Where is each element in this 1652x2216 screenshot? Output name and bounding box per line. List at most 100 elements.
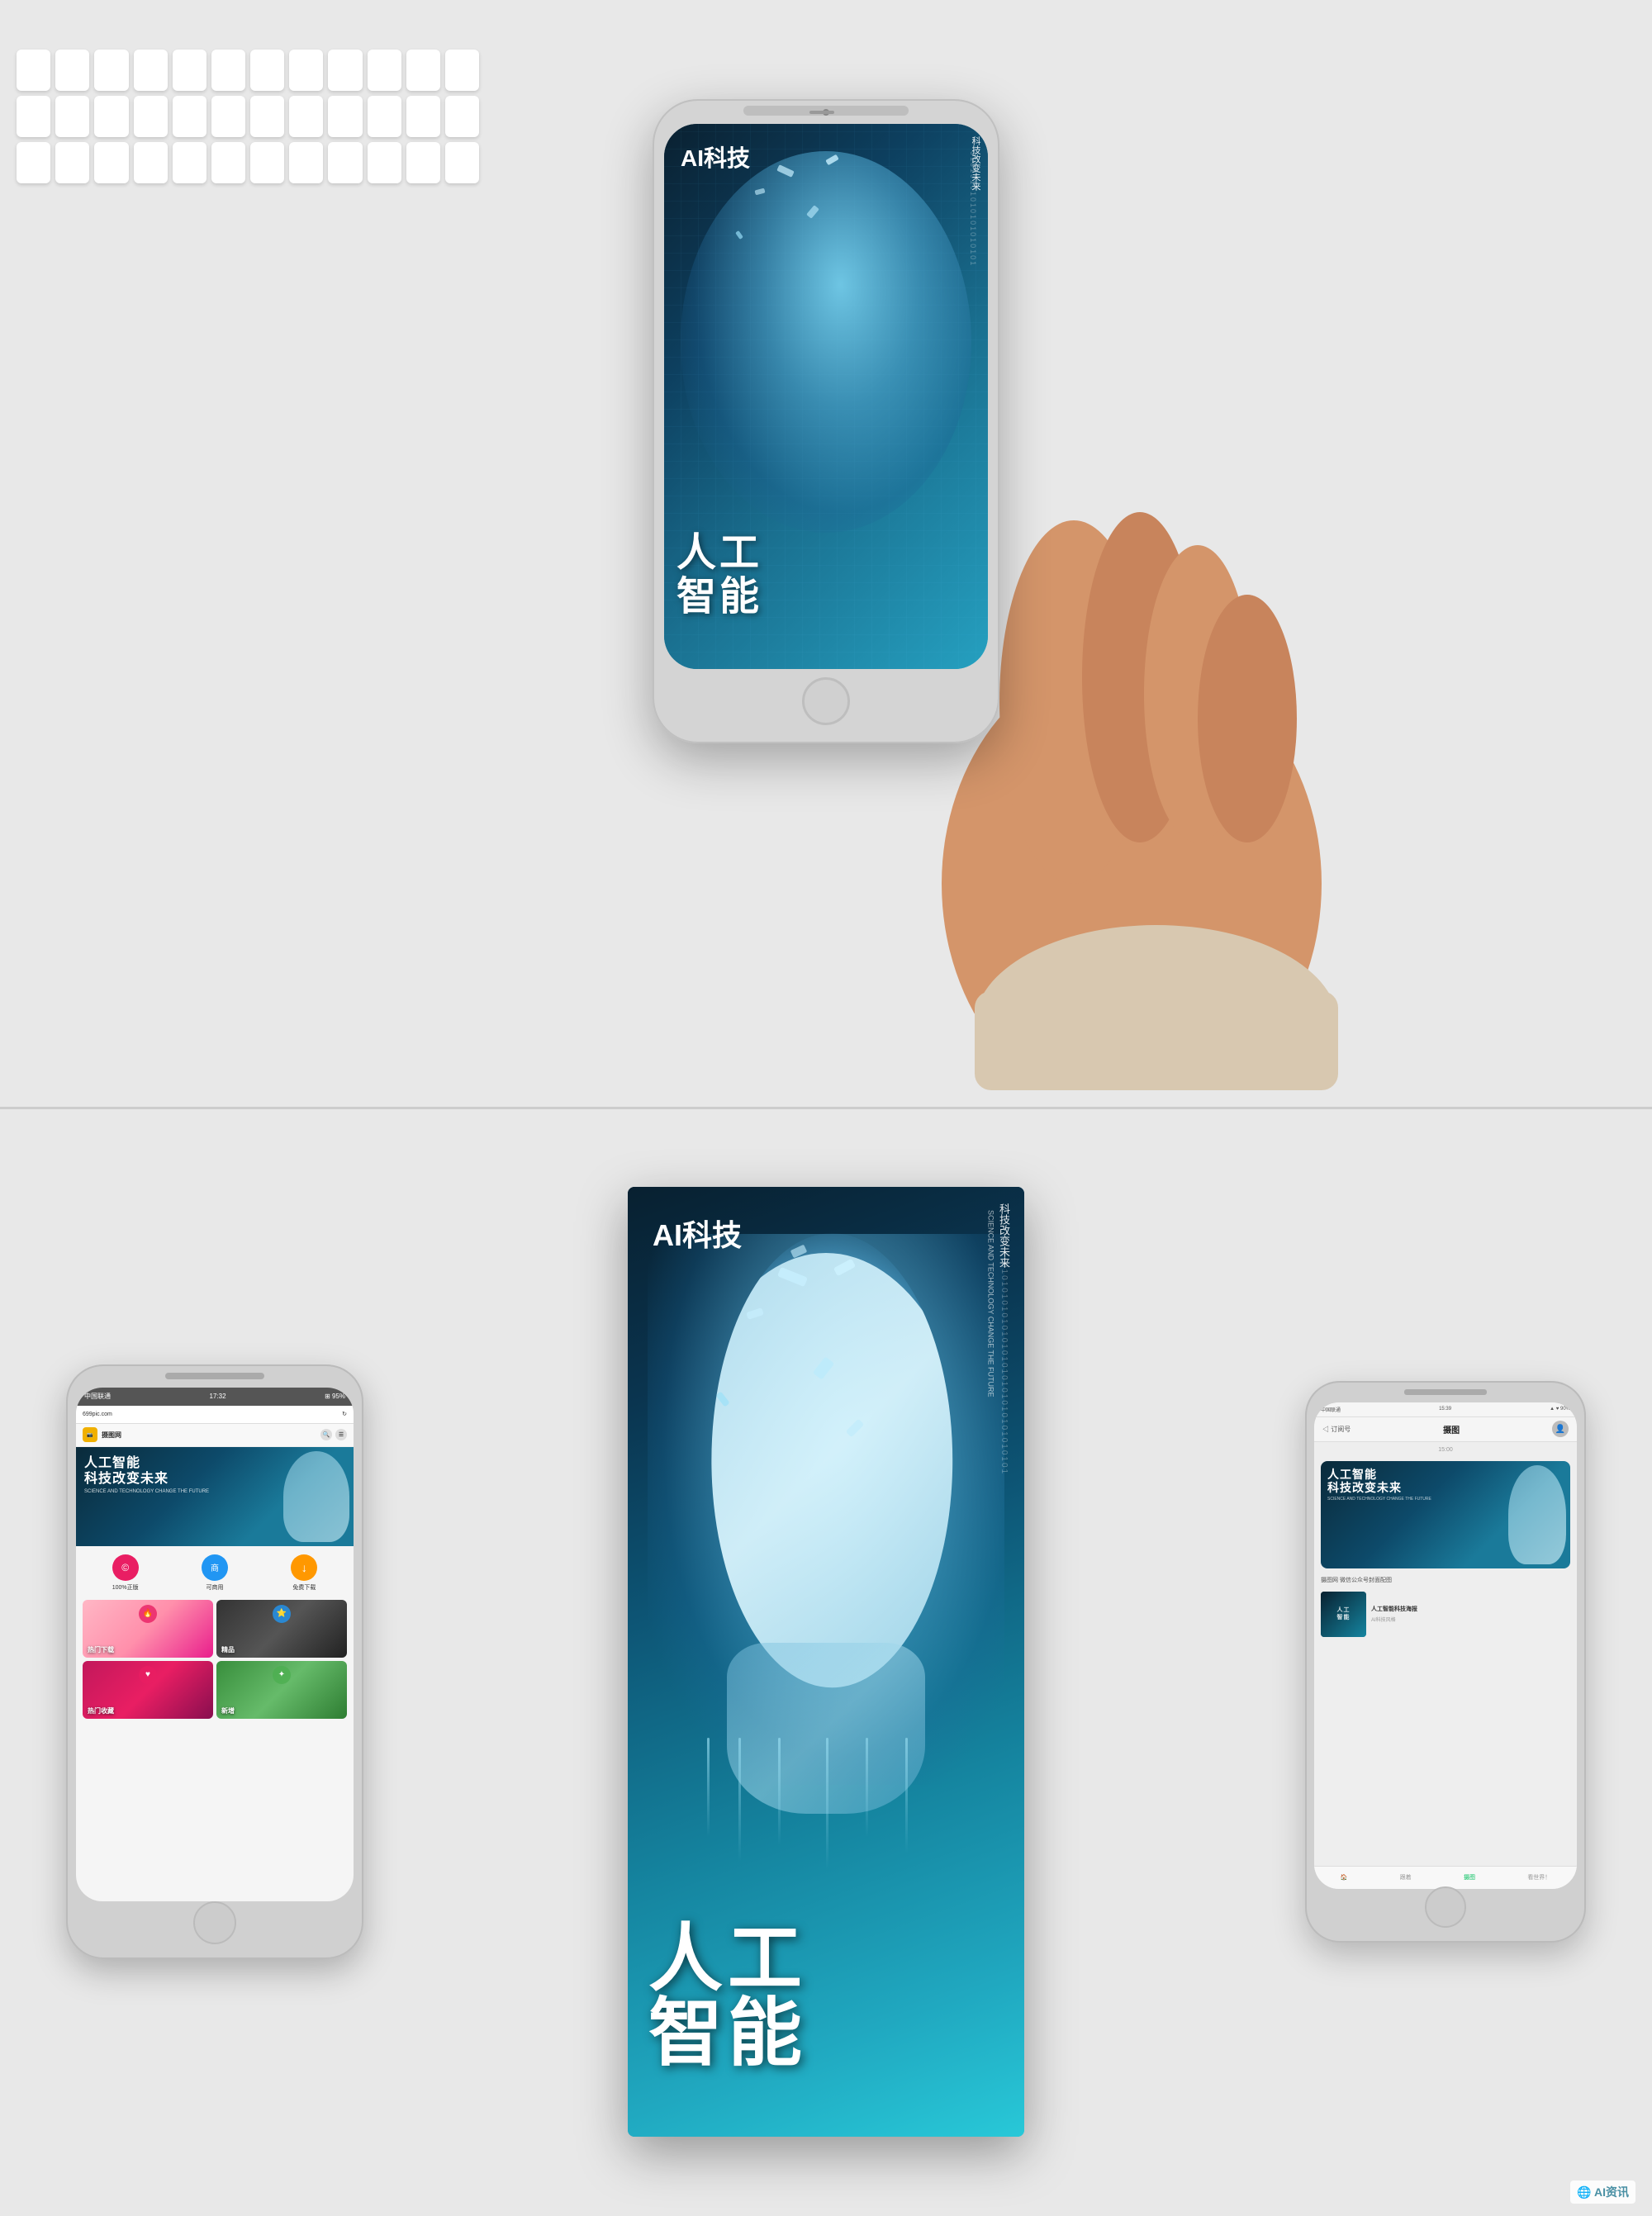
wechat-tab-home[interactable]: 🏠 bbox=[1341, 1874, 1348, 1881]
commercial-icon: 商 bbox=[211, 1561, 219, 1573]
commercial-icon-circle: 商 bbox=[202, 1554, 228, 1581]
wechat-tab-photo[interactable]: 摄图 bbox=[1464, 1873, 1475, 1881]
hotdownload-label: 热门下载 bbox=[88, 1645, 114, 1654]
keyboard-background bbox=[0, 33, 496, 363]
poster-slogan-v: 科技改变未来 SCIENCE AND TECHNOLOGY CHANGE THE… bbox=[985, 1203, 1012, 1397]
right-carrier: 中国联通 bbox=[1321, 1406, 1341, 1413]
wechat-thumb-info: 人工智能科技海报 AI科技风格 bbox=[1371, 1605, 1417, 1623]
key bbox=[94, 50, 128, 91]
key bbox=[55, 142, 89, 183]
wechat-thumb-row: 人工智能 人工智能科技海报 AI科技风格 bbox=[1314, 1588, 1577, 1640]
left-status-bar: 中国联通 17:32 ⊞ 95% bbox=[76, 1388, 354, 1406]
premium-icon: ⭐ bbox=[273, 1605, 291, 1623]
icon-copyright[interactable]: © 100%正版 bbox=[83, 1554, 168, 1592]
wechat-desc: 摄图网 微信公众号封面配图 bbox=[1314, 1572, 1577, 1588]
wechat-time-label: 15:00 bbox=[1314, 1442, 1577, 1458]
wechat-tab-world[interactable]: 看世界！ bbox=[1527, 1873, 1550, 1881]
phone-in-hand-container: 01010101010101010101 AI科技 科技改变未来 bbox=[454, 58, 1198, 1049]
left-phone-notch bbox=[165, 1373, 264, 1379]
top-phone-screen: 01010101010101010101 AI科技 科技改变未来 bbox=[664, 124, 988, 669]
key bbox=[289, 50, 323, 91]
key bbox=[328, 96, 362, 137]
subscribe-back[interactable]: ◁ 订阅号 bbox=[1322, 1425, 1351, 1434]
key bbox=[406, 50, 440, 91]
wechat-avatar[interactable]: 👤 bbox=[1552, 1421, 1569, 1437]
wechat-tab-follow[interactable]: 跟着 bbox=[1400, 1873, 1412, 1881]
key bbox=[211, 50, 245, 91]
right-phone-screen: 中国联通 15:39 ▲ ♥ 90% ◁ 订阅号 摄图 👤 15:00 人工智能… bbox=[1314, 1402, 1577, 1889]
watermark-text: AI资讯 bbox=[1594, 2185, 1629, 2199]
new-label: 新增 bbox=[221, 1706, 235, 1715]
right-phone-home-button[interactable] bbox=[1425, 1886, 1466, 1928]
key bbox=[17, 96, 50, 137]
copyright-icon-circle: © bbox=[112, 1554, 139, 1581]
image-grid: 🔥 热门下载 ⭐ 精品 ♥ 热门收藏 ✦ 新增 bbox=[76, 1600, 354, 1719]
thumb-premium[interactable]: ⭐ 精品 bbox=[216, 1600, 347, 1658]
key bbox=[55, 50, 89, 91]
favorites-label: 热门收藏 bbox=[88, 1706, 114, 1715]
top-section: 01010101010101010101 AI科技 科技改变未来 bbox=[0, 0, 1652, 1107]
hotdownload-icon: 🔥 bbox=[139, 1605, 157, 1623]
copyright-label: 100%正版 bbox=[112, 1583, 139, 1592]
favorites-icon: ♥ bbox=[139, 1666, 157, 1684]
key bbox=[328, 50, 362, 91]
icon-commercial[interactable]: 商 可商用 bbox=[172, 1554, 257, 1592]
wechat-header: ◁ 订阅号 摄图 👤 bbox=[1314, 1417, 1577, 1442]
url-bar[interactable]: 699pic.com ↻ bbox=[76, 1406, 354, 1424]
poster-ai-tag: AI科技 bbox=[653, 1212, 742, 1255]
download-label: 免费下载 bbox=[292, 1583, 316, 1592]
icon-download[interactable]: ↓ 免费下载 bbox=[262, 1554, 347, 1592]
slogan-vertical-top: 科技改变未来 bbox=[969, 136, 981, 191]
app-header: 📷 摄图网 🔍 ☰ bbox=[76, 1424, 354, 1447]
key bbox=[250, 96, 284, 137]
key bbox=[250, 50, 284, 91]
key bbox=[173, 50, 206, 91]
wechat-title: 摄图 bbox=[1443, 1423, 1460, 1435]
key bbox=[17, 142, 50, 183]
watermark-icon: 🌐 bbox=[1577, 2185, 1591, 2199]
key bbox=[94, 142, 128, 183]
search-icon-small[interactable]: 🔍 bbox=[320, 1429, 332, 1440]
icons-grid: © 100%正版 商 可商用 ↓ 免费下载 bbox=[76, 1546, 354, 1600]
bottom-section: 中国联通 17:32 ⊞ 95% 699pic.com ↻ 📷 摄图网 🔍 ☰ bbox=[0, 1107, 1652, 2216]
key bbox=[368, 142, 401, 183]
thumb-favorites[interactable]: ♥ 热门收藏 bbox=[83, 1661, 213, 1719]
left-phone-home-button[interactable] bbox=[193, 1901, 236, 1944]
url-text: 699pic.com bbox=[83, 1412, 112, 1417]
premium-label: 精品 bbox=[221, 1645, 235, 1654]
ai-poster-top: 01010101010101010101 AI科技 科技改变未来 bbox=[664, 124, 988, 669]
thumb-new[interactable]: ✦ 新增 bbox=[216, 1661, 347, 1719]
key bbox=[134, 142, 168, 183]
key bbox=[289, 96, 323, 137]
ai-tag-top: AI科技 bbox=[681, 140, 750, 173]
thumb-hotdownload[interactable]: 🔥 热门下载 bbox=[83, 1600, 213, 1658]
key bbox=[368, 96, 401, 137]
left-carrier: 中国联通 bbox=[84, 1392, 111, 1401]
center-poster: 0101010101010101010101010101010101 AI科技 … bbox=[628, 1187, 1024, 2137]
menu-icon-small[interactable]: ☰ bbox=[335, 1429, 347, 1440]
section-divider bbox=[0, 1107, 1652, 1109]
wechat-bottom-bar: 🏠 跟着 摄图 看世界！ bbox=[1314, 1866, 1577, 1889]
main-text-top: 人工 智能 bbox=[676, 532, 980, 619]
top-phone-home-button[interactable] bbox=[802, 677, 850, 725]
key bbox=[211, 142, 245, 183]
wechat-thumb-img[interactable]: 人工智能 bbox=[1321, 1592, 1366, 1637]
right-time: 15:39 bbox=[1439, 1407, 1451, 1412]
right-battery: ▲ ♥ 90% bbox=[1550, 1407, 1570, 1412]
key bbox=[211, 96, 245, 137]
key bbox=[55, 96, 89, 137]
key bbox=[134, 96, 168, 137]
key bbox=[134, 50, 168, 91]
key bbox=[368, 50, 401, 91]
left-hero-banner: 人工智能 科技改变未来 SCIENCE AND TECHNOLOGY CHANG… bbox=[76, 1447, 354, 1546]
hero-robot-mini bbox=[283, 1451, 349, 1542]
key bbox=[173, 96, 206, 137]
key bbox=[94, 96, 128, 137]
download-icon: ↓ bbox=[301, 1561, 307, 1574]
refresh-icon[interactable]: ↻ bbox=[342, 1411, 347, 1417]
key bbox=[17, 50, 50, 91]
key bbox=[328, 142, 362, 183]
key bbox=[173, 142, 206, 183]
key bbox=[406, 142, 440, 183]
app-header-icons: 🔍 ☰ bbox=[320, 1429, 347, 1440]
